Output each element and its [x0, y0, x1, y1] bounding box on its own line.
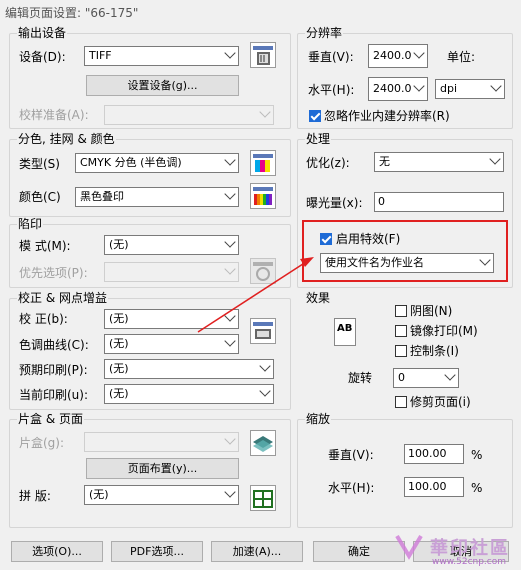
logo-icon	[395, 534, 423, 560]
annotation-arrow	[197, 257, 314, 333]
watermark-url: www.52cnp.com	[432, 557, 507, 567]
